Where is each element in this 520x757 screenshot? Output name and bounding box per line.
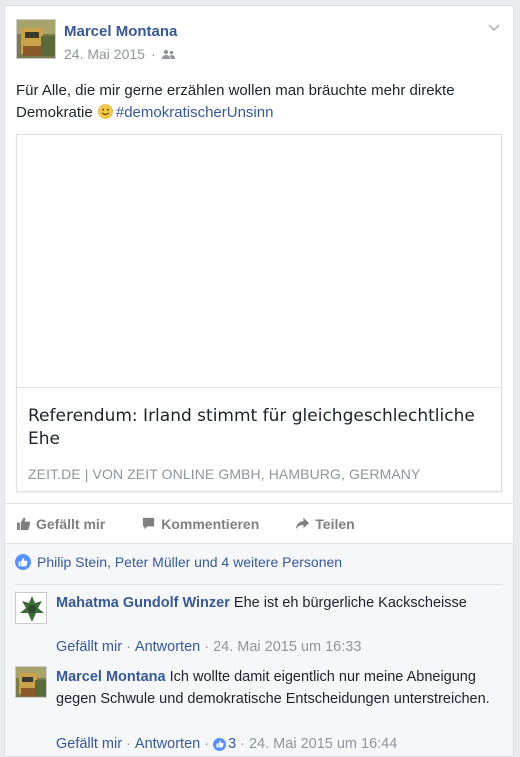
link-preview-image[interactable]	[17, 135, 501, 388]
comment-body: Mahatma Gundolf Winzer Ehe ist eh bürger…	[56, 592, 496, 614]
comment-reply-link[interactable]: Antworten	[135, 639, 200, 655]
comment-like-link[interactable]: Gefällt mir	[56, 639, 122, 655]
comment-reaction-count[interactable]: 3	[213, 736, 236, 752]
dot-separator: ·	[126, 639, 131, 655]
hashtag-link[interactable]: #demokratischerUnsinn	[116, 104, 274, 121]
comment-meta: Gefällt mir · Antworten · 24. Mai 2015 u…	[56, 639, 361, 655]
dot-separator: ·	[126, 736, 131, 752]
thumbs-up-icon	[16, 517, 31, 531]
link-preview[interactable]: Referendum: Irland stimmt für gleichgesc…	[16, 134, 502, 492]
post-meta: 24. Mai 2015 ·	[64, 46, 175, 62]
like-button[interactable]: Gefällt mir	[16, 516, 105, 532]
comment-body: Marcel Montana Ich wollte damit eigentli…	[56, 666, 496, 710]
dot-separator: ·	[240, 736, 245, 752]
comment-timestamp[interactable]: 24. Mai 2015 um 16:33	[213, 639, 361, 655]
likes-summary-text[interactable]: Philip Stein, Peter Müller und 4 weitere…	[37, 554, 342, 570]
comment-text: Ehe ist eh bürgerliche Kackscheisse	[233, 595, 467, 611]
comment-icon	[143, 517, 155, 530]
link-preview-title[interactable]: Referendum: Irland stimmt für gleichgesc…	[28, 405, 488, 451]
like-reaction-icon	[15, 554, 31, 570]
chevron-down-icon[interactable]	[487, 20, 501, 34]
post-text: Für Alle, die mir gerne erzählen wollen …	[16, 80, 504, 124]
likes-summary[interactable]: Philip Stein, Peter Müller und 4 weitere…	[15, 554, 342, 570]
commenter-avatar[interactable]	[15, 592, 47, 624]
post-card: Marcel Montana 24. Mai 2015 · Für Alle, …	[4, 5, 514, 757]
reaction-count: 3	[228, 736, 237, 752]
share-icon	[296, 517, 310, 530]
comments-section: Philip Stein, Peter Müller und 4 weitere…	[5, 543, 513, 756]
link-preview-source: ZEIT.DE | VON ZEIT ONLINE GMBH, HAMBURG,…	[28, 466, 421, 482]
author-avatar[interactable]	[16, 19, 56, 59]
comment-reply-link[interactable]: Antworten	[135, 736, 200, 752]
friends-icon[interactable]	[161, 49, 175, 60]
like-button-label: Gefällt mir	[36, 515, 106, 532]
commenter-avatar[interactable]	[15, 666, 47, 698]
share-button-label: Teilen	[315, 515, 355, 532]
smile-emoji-icon	[98, 104, 113, 119]
dot-separator: ·	[204, 736, 210, 752]
comment-timestamp[interactable]: 24. Mai 2015 um 16:44	[249, 736, 397, 752]
like-reaction-icon	[213, 737, 227, 751]
comment-like-link[interactable]: Gefällt mir	[56, 736, 122, 752]
comment-author[interactable]: Marcel Montana	[56, 669, 166, 685]
comment-button-label: Kommentieren	[161, 515, 260, 532]
divider	[15, 584, 503, 585]
share-button[interactable]: Teilen	[295, 515, 355, 532]
post-action-bar: Gefällt mir Kommentieren Teilen	[5, 503, 513, 543]
comment-button[interactable]: Kommentieren	[141, 516, 259, 532]
comment-author[interactable]: Mahatma Gundolf Winzer	[56, 595, 230, 611]
post-date[interactable]: 24. Mai 2015	[64, 46, 145, 62]
dot-separator: ·	[204, 639, 210, 655]
comment-meta: Gefällt mir · Antworten · 3 · 24. Mai 20…	[56, 736, 397, 752]
post-author-name[interactable]: Marcel Montana	[64, 23, 177, 40]
dot-separator: ·	[150, 46, 156, 62]
